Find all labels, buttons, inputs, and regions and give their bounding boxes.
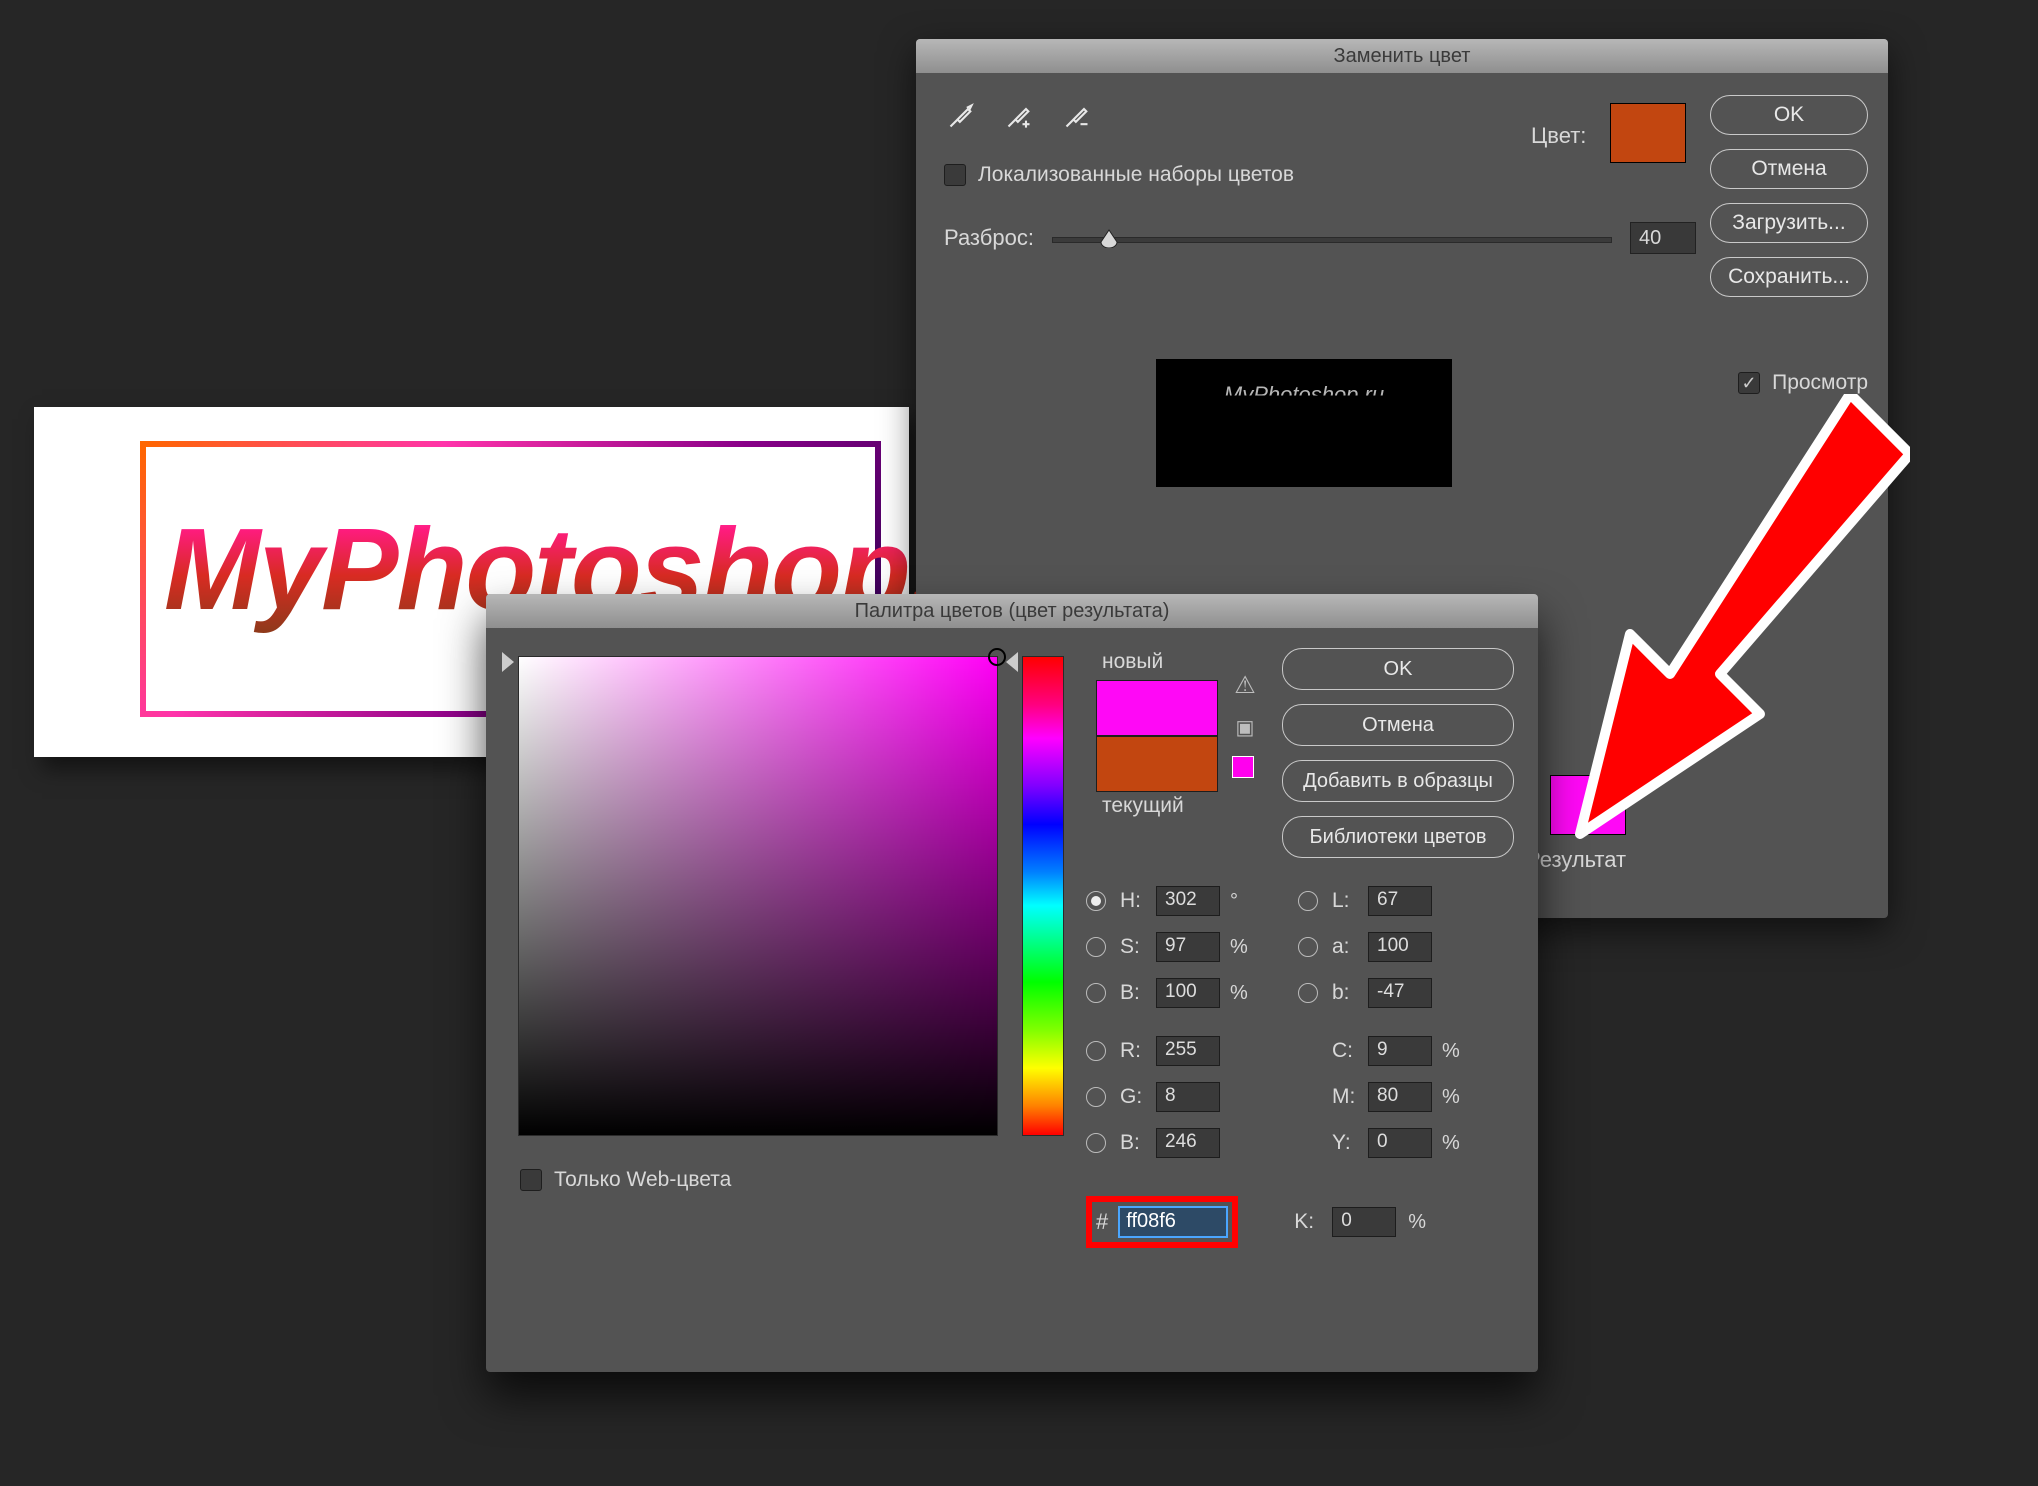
b-input[interactable]: 100 (1156, 978, 1220, 1008)
localized-clusters-label: Локализованные наборы цветов (978, 163, 1294, 187)
k-unit: % (1408, 1211, 1430, 1234)
s-label: S: (1120, 935, 1146, 959)
m-input[interactable]: 80 (1368, 1082, 1432, 1112)
load-button[interactable]: Загрузить... (1710, 203, 1868, 243)
replace-color-title: Заменить цвет (916, 39, 1888, 73)
result-color-swatch[interactable] (1550, 775, 1626, 835)
h-unit: ° (1230, 890, 1252, 913)
eyedropper-add-icon[interactable] (1002, 99, 1036, 133)
a-radio[interactable] (1298, 937, 1318, 957)
preview-checkbox[interactable] (1738, 372, 1760, 394)
c-label: C: (1332, 1039, 1358, 1063)
web-only-label: Только Web-цвета (554, 1168, 731, 1192)
preview-text: MyPhotoshop.ru (1224, 382, 1384, 408)
h-label: H: (1120, 889, 1146, 913)
hash-label: # (1096, 1209, 1108, 1235)
hue-slider[interactable] (1022, 656, 1064, 1136)
fuzziness-row: Разброс: 40 (944, 222, 1696, 254)
l-label: L: (1332, 889, 1358, 913)
source-color-swatch[interactable] (1610, 103, 1686, 163)
fuzziness-input[interactable]: 40 (1630, 222, 1696, 254)
web-color-swatch-icon[interactable] (1232, 756, 1254, 778)
color-picker-dialog: Палитра цветов (цвет результата) новый т… (486, 594, 1538, 1372)
s-radio[interactable] (1086, 937, 1106, 957)
c-input[interactable]: 9 (1368, 1036, 1432, 1066)
k-input[interactable]: 0 (1332, 1207, 1396, 1237)
fuzziness-thumb-icon[interactable] (1099, 228, 1119, 248)
cancel-button[interactable]: Отмена (1710, 149, 1868, 189)
s-input[interactable]: 97 (1156, 932, 1220, 962)
current-color-swatch[interactable] (1096, 736, 1218, 792)
selection-preview: MyPhotoshop.ru (1156, 359, 1452, 487)
r-input[interactable]: 255 (1156, 1036, 1220, 1066)
eyedropper-icon[interactable] (944, 99, 978, 133)
b-label: B: (1120, 981, 1146, 1005)
color-values-grid: H: 302 ° L: 67 S: 97 % a: 100 B: (1086, 878, 1506, 1166)
replace-buttons: OK Отмена Загрузить... Сохранить... (1710, 95, 1868, 297)
preview-row: Просмотр (1738, 371, 1868, 395)
m-label: M: (1332, 1085, 1358, 1109)
rgb-b-input[interactable]: 246 (1156, 1128, 1220, 1158)
h-radio[interactable] (1086, 891, 1106, 911)
eyedropper-toolbar (944, 99, 1094, 133)
cube-icon[interactable]: ▣ (1232, 714, 1258, 740)
lab-b-radio[interactable] (1298, 983, 1318, 1003)
web-only-row: Только Web-цвета (520, 1168, 731, 1192)
picker-buttons: OK Отмена Добавить в образцы Библиотеки … (1282, 648, 1514, 858)
m-unit: % (1442, 1086, 1464, 1109)
save-button[interactable]: Сохранить... (1710, 257, 1868, 297)
color-libraries-button[interactable]: Библиотеки цветов (1282, 816, 1514, 858)
r-label: R: (1120, 1039, 1146, 1063)
rgb-b-radio[interactable] (1086, 1133, 1106, 1153)
y-input[interactable]: 0 (1368, 1128, 1432, 1158)
web-only-checkbox[interactable] (520, 1169, 542, 1191)
hex-highlight-box: # ff08f6 (1086, 1196, 1238, 1248)
localized-clusters-checkbox[interactable] (944, 164, 966, 186)
color-picker-title: Палитра цветов (цвет результата) (486, 594, 1538, 628)
s-unit: % (1230, 936, 1252, 959)
add-to-swatches-button[interactable]: Добавить в образцы (1282, 760, 1514, 802)
r-radio[interactable] (1086, 1041, 1106, 1061)
k-label: K: (1294, 1210, 1320, 1234)
b-unit: % (1230, 982, 1252, 1005)
c-unit: % (1442, 1040, 1464, 1063)
result-label: Результат (1526, 847, 1626, 873)
preview-label: Просмотр (1772, 371, 1868, 395)
lab-b-input[interactable]: -47 (1368, 978, 1432, 1008)
saturation-value-field[interactable] (518, 656, 998, 1136)
b-radio[interactable] (1086, 983, 1106, 1003)
ok-button[interactable]: OK (1710, 95, 1868, 135)
lab-b-label: b: (1332, 981, 1358, 1005)
g-input[interactable]: 8 (1156, 1082, 1220, 1112)
sv-left-arrow-icon (502, 652, 514, 672)
sv-cursor-icon (988, 648, 1006, 666)
a-input[interactable]: 100 (1368, 932, 1432, 962)
picker-cancel-button[interactable]: Отмена (1282, 704, 1514, 746)
picker-ok-button[interactable]: OK (1282, 648, 1514, 690)
new-color-swatch[interactable] (1096, 680, 1218, 736)
g-radio[interactable] (1086, 1087, 1106, 1107)
l-input[interactable]: 67 (1368, 886, 1432, 916)
rgb-b-label: B: (1120, 1131, 1146, 1155)
localized-clusters-row: Локализованные наборы цветов (944, 163, 1294, 187)
l-radio[interactable] (1298, 891, 1318, 911)
fuzziness-slider[interactable] (1052, 237, 1612, 243)
source-color-label: Цвет: (1531, 123, 1586, 149)
gamut-warning-icon[interactable]: ⚠ (1232, 672, 1258, 698)
current-color-label: текущий (1102, 794, 1276, 818)
y-label: Y: (1332, 1131, 1358, 1155)
hex-input[interactable]: ff08f6 (1118, 1206, 1228, 1238)
h-input[interactable]: 302 (1156, 886, 1220, 916)
a-label: a: (1332, 935, 1358, 959)
fuzziness-label: Разброс: (944, 225, 1034, 251)
y-unit: % (1442, 1132, 1464, 1155)
g-label: G: (1120, 1085, 1146, 1109)
side-indicator-icons: ⚠ ▣ (1232, 672, 1258, 778)
eyedropper-subtract-icon[interactable] (1060, 99, 1094, 133)
sv-right-arrow-icon (1006, 652, 1018, 672)
hex-row: # ff08f6 K: 0 % (1086, 1196, 1430, 1248)
